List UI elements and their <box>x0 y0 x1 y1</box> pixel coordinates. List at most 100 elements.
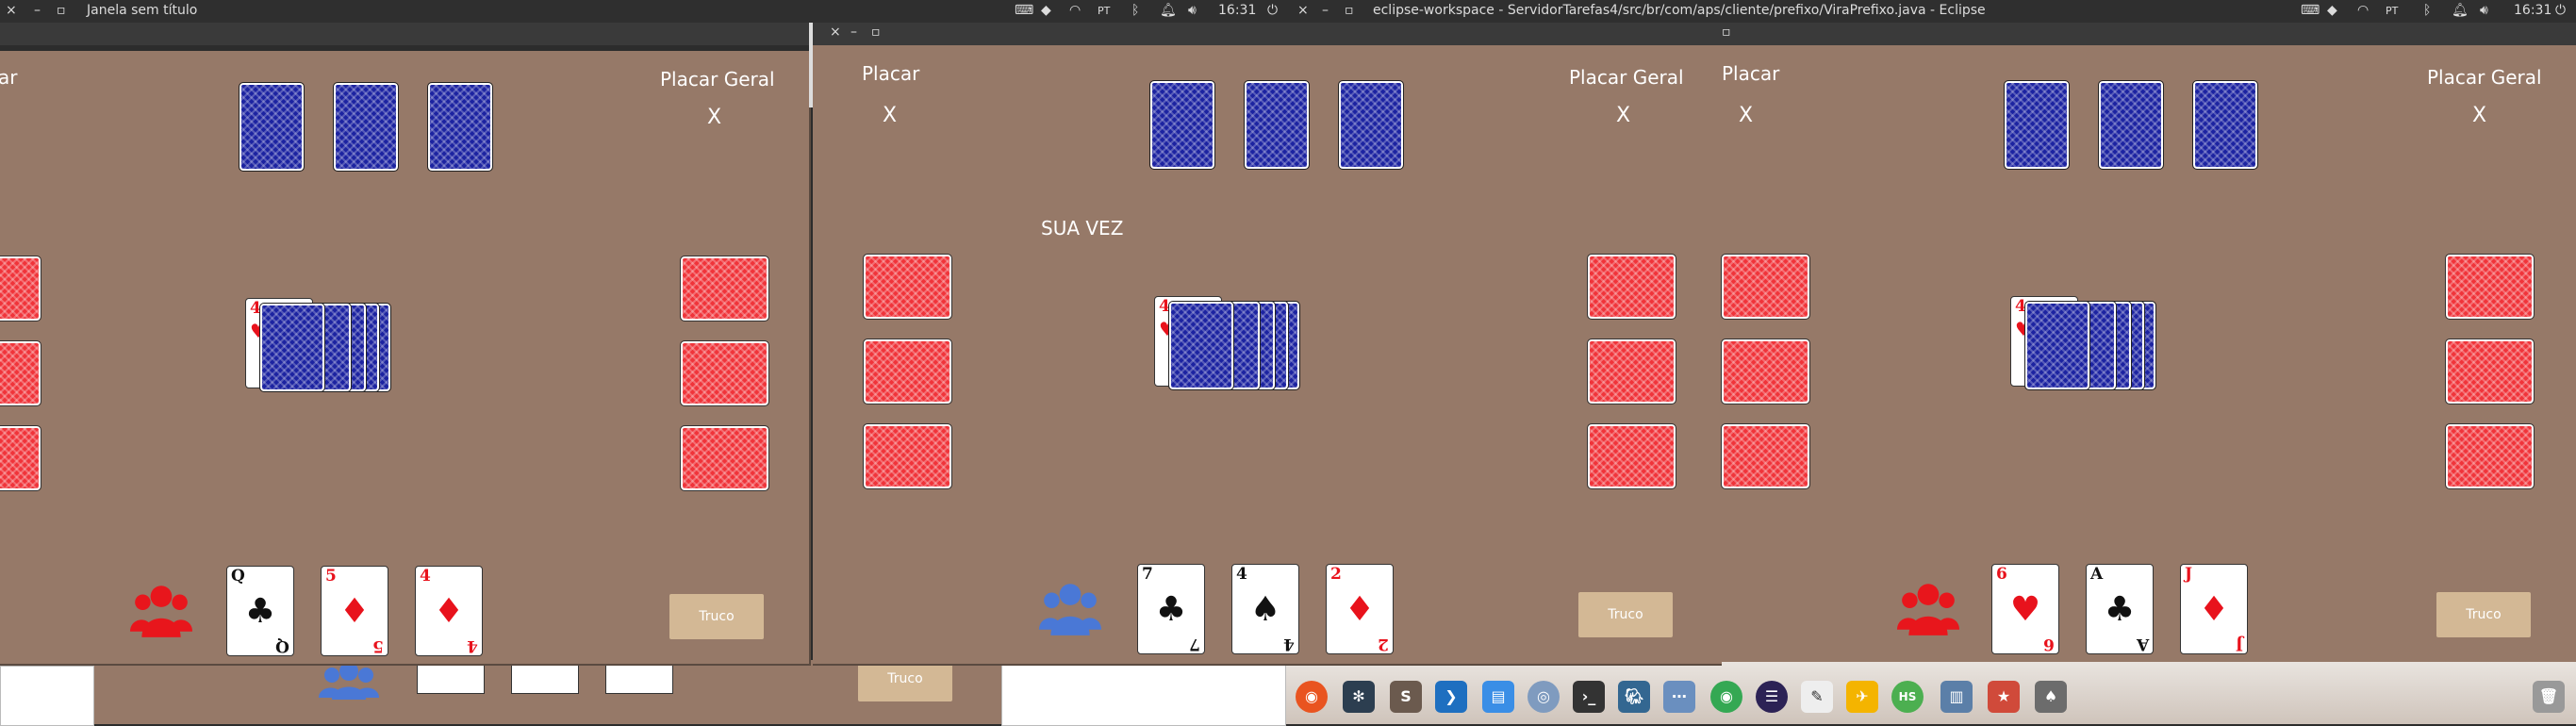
placar-geral-score: X <box>707 106 722 129</box>
hand-card[interactable]: 4 ♠ 4 <box>1231 564 1299 654</box>
right-opponent-card <box>680 425 769 491</box>
files-icon[interactable]: ▤ <box>1482 681 1514 713</box>
eclipse-title: eclipse-workspace - ServidorTarefas4/src… <box>1373 3 1986 18</box>
maximize-icon[interactable]: ▫ <box>1722 25 1731 40</box>
pt-badge: PT <box>1098 5 1111 17</box>
postgres-icon[interactable]: 🐘︎ <box>1618 681 1650 713</box>
trash-icon[interactable]: 🗑︎ <box>2533 681 2565 713</box>
truco-button[interactable]: Truco <box>2436 592 2531 637</box>
placar-score: X <box>883 104 898 127</box>
minimize-icon[interactable]: – <box>34 3 41 18</box>
left-opponent-card <box>0 425 41 491</box>
window-titlebar: × – ▫ <box>813 23 1722 45</box>
right-opponent-card <box>1587 254 1676 320</box>
minimize-icon[interactable]: – <box>850 25 857 40</box>
hand-card[interactable]: Q ♣ Q <box>226 566 294 656</box>
right-opponent-card <box>680 256 769 322</box>
opponent-card <box>333 82 399 172</box>
truco-button[interactable]: Truco <box>1578 592 1673 637</box>
bluetooth-icon: ᛒ <box>1131 3 1140 18</box>
ubuntu-icon[interactable]: ◉ <box>1296 681 1328 713</box>
terminal-icon[interactable]: ›_ <box>1573 681 1605 713</box>
deck-card <box>2024 301 2090 390</box>
game-icon[interactable]: ♠ <box>2035 681 2067 713</box>
player-icon <box>1897 581 1959 635</box>
game-window-3: ▫ Placar X Placar Geral X 4 ♥ 6 ♥ 6 A ♣ … <box>1721 23 2576 662</box>
eclipse-maximize-icon[interactable]: ▫ <box>1345 3 1354 18</box>
opponent-card <box>239 82 305 172</box>
maximize-icon[interactable]: ▫ <box>57 3 66 18</box>
hand-card[interactable]: J ♦ J <box>2180 564 2248 654</box>
power-icon[interactable]: ⏻ <box>2555 3 2566 18</box>
bg-card <box>511 664 579 694</box>
dropbox-icon: ◆ <box>1041 3 1051 18</box>
right-opponent-card <box>2445 338 2535 404</box>
top-bar: × – ▫ Janela sem título ⌨ ◆ ◠ PT ᛒ 🔔︎ 🔊︎… <box>0 0 2576 23</box>
hand-card[interactable]: 7 ♣ 7 <box>1137 564 1205 654</box>
eclipse-minimize-icon[interactable]: – <box>1322 3 1329 18</box>
left-opponent-card <box>1721 338 1810 404</box>
right-opponent-card <box>1587 423 1676 489</box>
dropbox-icon: ◆ <box>2327 3 2337 18</box>
background-game-window <box>0 660 1001 724</box>
placar-label: Placar <box>1722 62 1780 85</box>
game-window-2: × – ▫ Placar X Placar Geral X SUA VEZ 4 … <box>813 23 1722 666</box>
window-title: Janela sem título <box>87 3 198 18</box>
left-opponent-card <box>1721 423 1810 489</box>
notes-icon[interactable]: ▥ <box>1940 681 1973 713</box>
opponent-card <box>427 82 493 172</box>
eclipse-close-icon[interactable]: × <box>1297 3 1309 18</box>
bird-icon[interactable]: ✈ <box>1846 681 1878 713</box>
pt-badge: PT <box>2386 5 2399 17</box>
window-titlebar <box>0 23 813 45</box>
opponent-card <box>2004 80 2070 170</box>
close-icon[interactable]: × <box>6 3 17 18</box>
clock: 16:31 <box>2514 3 2552 18</box>
opponent-card <box>1149 80 1215 170</box>
opponent-card <box>2098 80 2164 170</box>
hand-card[interactable]: 4 ♦ 4 <box>415 566 483 656</box>
placar-geral-score: X <box>1616 104 1631 127</box>
deck-card <box>259 303 325 392</box>
edit-icon[interactable]: ✎ <box>1801 681 1833 713</box>
placar-geral-label: Placar Geral <box>660 68 775 91</box>
s-icon[interactable]: S <box>1390 681 1422 713</box>
hs-icon[interactable]: HS <box>1891 681 1924 713</box>
player-icon <box>130 583 192 637</box>
hand-card[interactable]: 6 ♥ 6 <box>1991 564 2059 654</box>
power-icon[interactable]: ⏻ <box>1267 3 1278 18</box>
right-opponent-card <box>2445 254 2535 320</box>
left-opponent-card <box>1721 254 1810 320</box>
player-icon <box>319 660 379 703</box>
settings-icon[interactable]: ✻ <box>1343 681 1375 713</box>
opponent-card <box>1338 80 1404 170</box>
dots-icon[interactable]: ⋯ <box>1663 681 1695 713</box>
right-opponent-card <box>2445 423 2535 489</box>
placar-label: Placar <box>862 62 920 85</box>
disk-icon[interactable]: ◎ <box>1527 681 1560 713</box>
keyboard-icon: ⌨ <box>1015 3 1034 18</box>
bell-icon: 🔔︎ <box>1160 3 1177 18</box>
eclipse-icon[interactable]: ☰ <box>1756 681 1788 713</box>
hand-card[interactable]: 5 ♦ 5 <box>321 566 388 656</box>
bluetooth-icon: ᛒ <box>2423 3 2432 18</box>
bg-card <box>605 664 673 694</box>
left-opponent-card <box>863 254 952 320</box>
wifi-icon: ◠ <box>2357 3 2370 18</box>
wifi-icon: ◠ <box>1069 3 1082 18</box>
left-opponent-card <box>0 256 41 322</box>
opponent-card <box>2192 80 2258 170</box>
hand-card[interactable]: A ♣ A <box>2086 564 2154 654</box>
placar-geral-label: Placar Geral <box>1569 66 1684 89</box>
chrome-icon[interactable]: ◉ <box>1710 681 1742 713</box>
deck-card <box>1168 301 1234 390</box>
truco-button[interactable]: Truco <box>669 594 764 639</box>
vscode-icon[interactable]: ❯ <box>1435 681 1467 713</box>
close-icon[interactable]: × <box>830 25 841 40</box>
maximize-icon[interactable]: ▫ <box>871 25 881 40</box>
star-icon[interactable]: ★ <box>1988 681 2020 713</box>
hand-card[interactable]: 2 ♦ 2 <box>1326 564 1394 654</box>
player-icon <box>1039 581 1101 635</box>
window-titlebar: ▫ <box>1722 23 2576 45</box>
left-opponent-card <box>0 340 41 406</box>
